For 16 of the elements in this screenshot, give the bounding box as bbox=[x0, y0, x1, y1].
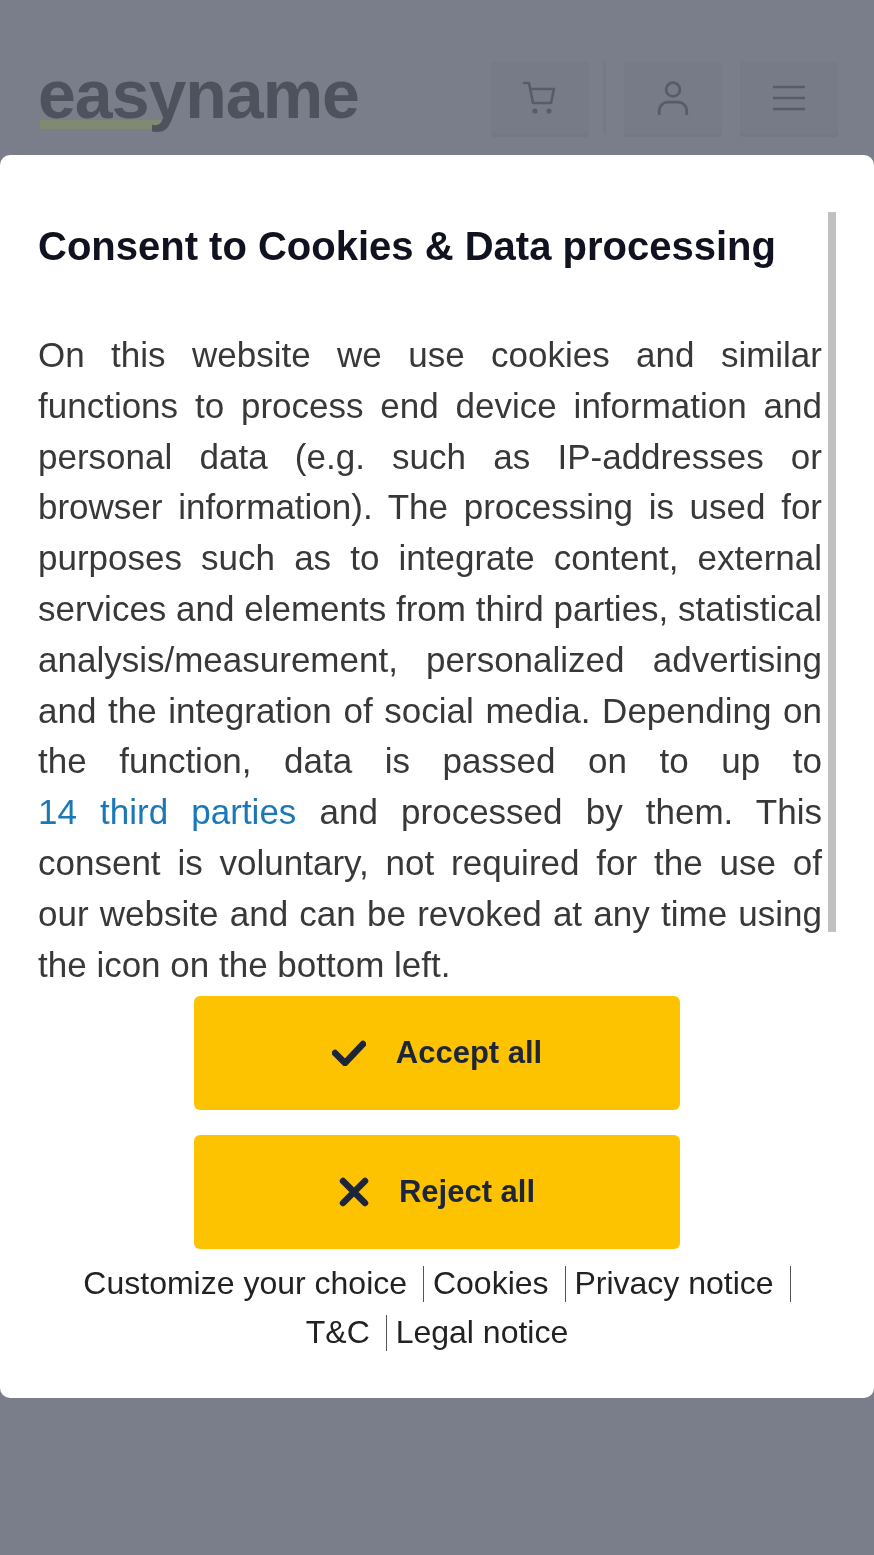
footer-link[interactable]: Cookies bbox=[432, 1265, 549, 1301]
reject-all-button[interactable]: Reject all bbox=[194, 1135, 680, 1249]
scrollbar-thumb[interactable] bbox=[828, 212, 836, 932]
close-icon bbox=[338, 1177, 369, 1207]
dialog-title: Consent to Cookies & Data processing bbox=[38, 223, 777, 270]
footer-link[interactable]: T&C bbox=[305, 1314, 370, 1350]
accept-all-button[interactable]: Accept all bbox=[194, 996, 680, 1110]
menu-icon bbox=[772, 85, 806, 111]
third-parties-link[interactable]: 14 third parties bbox=[38, 792, 297, 832]
footer-link[interactable]: Privacy notice bbox=[574, 1265, 774, 1301]
user-icon bbox=[655, 80, 691, 116]
cart-icon bbox=[522, 80, 558, 116]
footer-link[interactable]: Customize your choice bbox=[83, 1265, 408, 1301]
consent-text: On this website we use cookies and similar functions to process end device information and personal data (e.g. such as IP-addresses or browser information). The processing is used for purposes such as to integrate content, external services and elements from third parties, statistical analysis/measurement, personalized advertising and the integration of social media. Depending on the function, data is passed on to up to 14 third parties and processed by them. This consent is voluntary, not required for the use of our website and can be revoked at any time using the icon on the bottom left. bbox=[38, 334, 822, 986]
footer-link[interactable]: Legal notice bbox=[395, 1314, 569, 1350]
checkmark-icon bbox=[331, 1040, 366, 1066]
